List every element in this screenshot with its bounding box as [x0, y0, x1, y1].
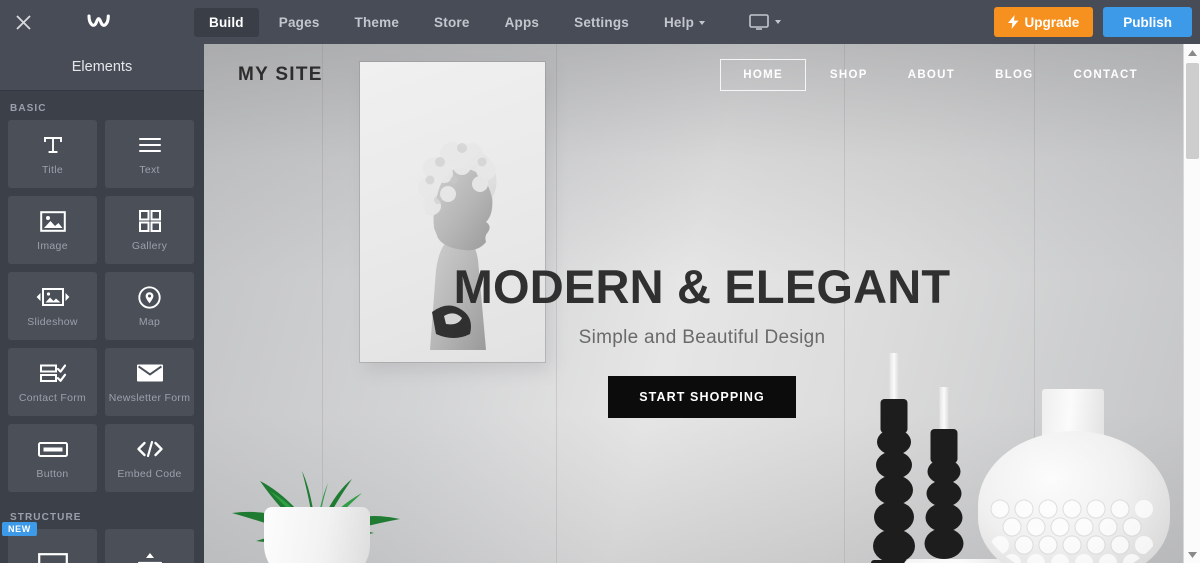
upgrade-button[interactable]: Upgrade	[994, 7, 1094, 37]
site-nav-blog[interactable]: BLOG	[979, 60, 1049, 90]
hero-section: MODERN & ELEGANT Simple and Beautiful De…	[204, 262, 1200, 419]
scroll-up-arrow[interactable]	[1184, 44, 1200, 61]
tab-settings[interactable]: Settings	[559, 8, 644, 37]
elements-grid-structure: NEW	[0, 522, 204, 563]
element-tile-embed-code[interactable]: Embed Code	[105, 424, 194, 492]
element-tile-gallery[interactable]: Gallery	[105, 196, 194, 264]
status-badge: NEW	[2, 522, 37, 536]
scroll-thumb[interactable]	[1186, 63, 1199, 159]
chevron-down-icon	[775, 20, 782, 24]
element-tile-contact-form[interactable]: Contact Form	[8, 348, 97, 416]
gallery-icon	[138, 207, 161, 235]
scroll-down-arrow[interactable]	[1184, 546, 1200, 563]
image-icon	[39, 207, 66, 235]
upgrade-button-label: Upgrade	[1024, 14, 1080, 30]
top-bar-actions: Upgrade Publish	[994, 7, 1200, 37]
element-tile-label: Newsletter Form	[108, 392, 191, 405]
candlestick-left	[864, 353, 924, 563]
element-tile-image[interactable]: Image	[8, 196, 97, 264]
tab-build[interactable]: Build	[194, 7, 259, 37]
bolt-icon	[1008, 15, 1019, 29]
tab-store[interactable]: Store	[419, 8, 485, 37]
element-tile-button[interactable]: Button	[8, 424, 97, 492]
contact-form-icon	[39, 359, 66, 387]
map-pin-icon	[138, 283, 161, 311]
sidebar-title: Elements	[0, 44, 204, 91]
site-nav-shop[interactable]: SHOP	[814, 60, 884, 90]
envelope-icon	[136, 359, 164, 387]
element-tile-text[interactable]: Text	[105, 120, 194, 188]
element-tile-label: Slideshow	[27, 316, 78, 329]
title-icon	[42, 131, 64, 159]
close-icon[interactable]	[0, 0, 46, 44]
hero-subheading[interactable]: Simple and Beautiful Design	[204, 327, 1200, 349]
monitor-icon	[749, 14, 769, 30]
site-logo[interactable]: MY SITE	[238, 64, 323, 86]
site-nav-contact[interactable]: CONTACT	[1058, 60, 1154, 90]
editor-top-bar: Build Pages Theme Store Apps Settings He…	[0, 0, 1200, 44]
tab-apps[interactable]: Apps	[490, 8, 555, 37]
tab-theme[interactable]: Theme	[340, 8, 415, 37]
section-title-basic: BASIC	[10, 103, 47, 114]
element-tile-spacer[interactable]	[105, 529, 194, 563]
element-tile-label: Embed Code	[117, 468, 182, 481]
weebly-logo[interactable]	[46, 0, 156, 44]
start-shopping-button[interactable]: START SHOPPING	[608, 376, 796, 419]
button-icon	[37, 435, 68, 463]
tab-help[interactable]: Help	[649, 8, 720, 37]
editor-nav: Build Pages Theme Store Apps Settings He…	[194, 0, 793, 44]
element-tile-title[interactable]: Title	[8, 120, 97, 188]
tab-pages[interactable]: Pages	[264, 8, 335, 37]
element-tile-label: Title	[42, 164, 63, 177]
site-nav: HOME SHOP ABOUT BLOG CONTACT	[712, 59, 1154, 91]
site-nav-home[interactable]: HOME	[720, 59, 806, 91]
element-tile-map[interactable]: Map	[105, 272, 194, 340]
site-preview-canvas[interactable]: MY SITE HOME SHOP ABOUT BLOG CONTACT MOD…	[204, 44, 1200, 563]
plant-pot	[264, 507, 370, 563]
elements-grid-basic: Title Text Image Gallery Slideshow Map C…	[0, 120, 204, 500]
spacer-icon	[137, 549, 163, 563]
site-nav-about[interactable]: ABOUT	[892, 60, 971, 90]
element-tile-label: Map	[138, 316, 161, 329]
slideshow-icon	[36, 283, 70, 311]
potted-plant	[216, 421, 406, 563]
element-tile-newsletter-form[interactable]: Newsletter Form	[105, 348, 194, 416]
site-header: MY SITE HOME SHOP ABOUT BLOG CONTACT	[204, 44, 1200, 106]
canvas-scrollbar[interactable]	[1183, 44, 1200, 563]
text-icon	[138, 131, 162, 159]
element-tile-label: Contact Form	[18, 392, 87, 405]
element-tile-slideshow[interactable]: Slideshow	[8, 272, 97, 340]
section-icon	[37, 549, 68, 563]
embed-code-icon	[136, 435, 164, 463]
element-tile-label: Image	[37, 240, 68, 253]
device-preview-selector[interactable]	[737, 8, 793, 36]
element-tile-label: Button	[36, 468, 69, 481]
publish-button[interactable]: Publish	[1103, 7, 1192, 37]
hero-heading[interactable]: MODERN & ELEGANT	[204, 262, 1200, 312]
element-tile-label: Text	[139, 164, 160, 177]
element-tile-section[interactable]: NEW	[2, 522, 97, 563]
elements-sidebar: Elements BASIC Title Text Image Gallery …	[0, 44, 204, 563]
element-tile-label: Gallery	[131, 240, 168, 253]
